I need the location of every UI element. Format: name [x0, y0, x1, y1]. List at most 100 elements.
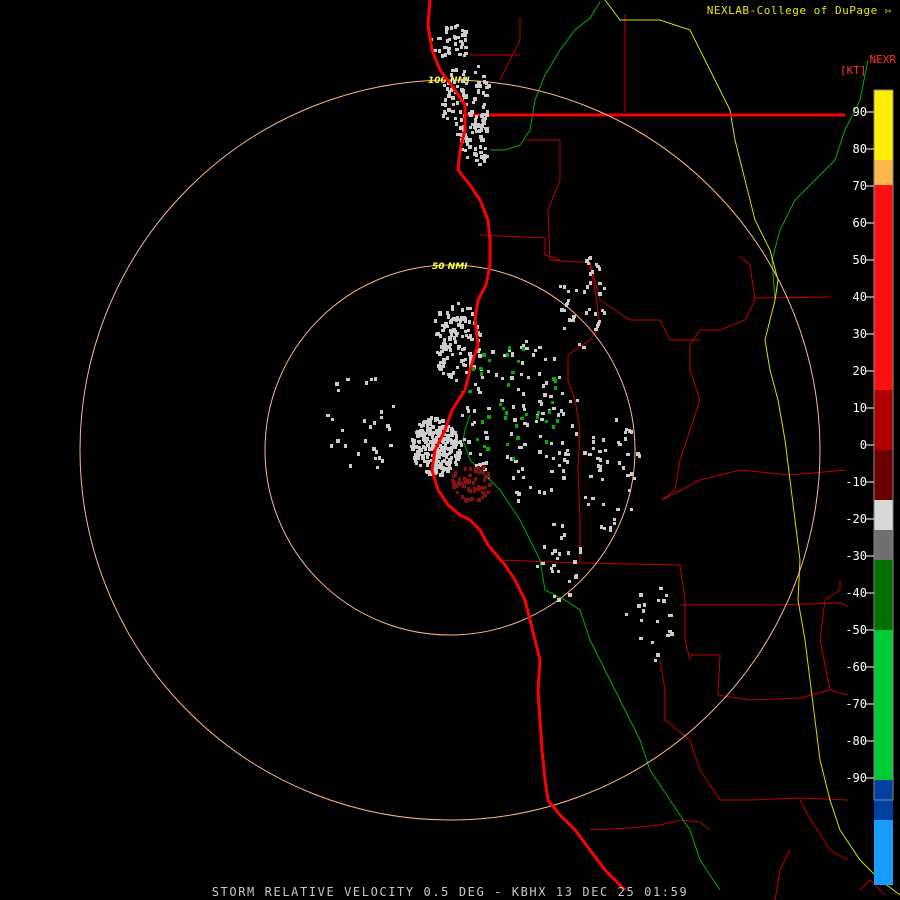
echo-pixel [507, 383, 510, 387]
echo-pixel [412, 444, 415, 448]
echo-pixel [545, 381, 548, 385]
echo-pixel [464, 320, 467, 323]
echo-pixel [460, 443, 463, 447]
echo-pixel [417, 435, 420, 438]
echo-pixel [545, 440, 548, 444]
echo-pixel [468, 474, 472, 477]
echo-pixel [474, 118, 477, 121]
echo-pixel [553, 357, 556, 361]
legend-colorbar [874, 90, 893, 885]
echo-pixel [550, 442, 553, 445]
echo-pixel [551, 570, 554, 573]
echo-pixel [512, 457, 515, 460]
echo-pixel [482, 156, 485, 160]
echo-pixel [376, 466, 379, 469]
echo-pixel [464, 330, 467, 333]
legend-segment [874, 820, 893, 885]
echo-pixel [431, 443, 434, 447]
echo-pixel [439, 361, 443, 364]
echo-pixel [551, 552, 554, 555]
echo-pixel [556, 419, 559, 423]
echo-pixel [419, 464, 422, 467]
echo-pixel [523, 443, 527, 446]
echo-pixel [440, 446, 443, 449]
echo-pixel [571, 424, 574, 428]
echo-pixel [445, 31, 448, 34]
echo-pixel [464, 46, 468, 49]
echo-pixel [464, 33, 467, 37]
echo-pixel [576, 399, 579, 402]
echo-pixel [335, 382, 339, 386]
echo-pixel [422, 431, 425, 434]
echo-pixel [598, 267, 601, 271]
echo-pixel [447, 315, 450, 319]
county-line [661, 255, 756, 501]
echo-pixel [416, 452, 419, 456]
echo-pixel [568, 318, 571, 322]
echo-pixel [594, 312, 597, 316]
echo-pixel [450, 333, 453, 337]
echo-pixel [560, 536, 563, 540]
echo-pixel [443, 112, 447, 115]
echo-pixel [477, 471, 481, 474]
echo-pixel [484, 147, 487, 150]
echo-pixel [448, 464, 451, 467]
echo-pixel [479, 453, 482, 456]
echo-pixel [478, 498, 481, 501]
echo-pixel [567, 299, 570, 302]
echo-pixel [522, 476, 525, 479]
echo-pixel [435, 333, 439, 336]
echo-pixel [601, 478, 604, 481]
echo-pixel [574, 575, 578, 579]
echo-pixel [461, 414, 464, 417]
echo-pixel [449, 460, 452, 463]
county-line [499, 18, 521, 81]
echo-pixel [485, 113, 489, 117]
echo-pixel [624, 431, 627, 434]
echo-pixel [588, 453, 592, 456]
echo-pixel [448, 438, 452, 441]
echo-pixel [477, 65, 480, 68]
echo-pixel [517, 388, 520, 391]
echo-pixel [454, 446, 457, 449]
echo-pixel [495, 373, 498, 377]
echo-pixel [602, 503, 605, 506]
echo-pixel [481, 491, 485, 494]
state-border [604, 0, 900, 896]
echo-pixel [374, 377, 377, 381]
echo-pixel [625, 428, 628, 431]
echo-pixel [516, 436, 520, 440]
legend-tick-label: 0 [860, 438, 867, 452]
echo-pixel [461, 80, 464, 83]
echo-pixel [477, 485, 480, 488]
legend-tick-label: -60 [845, 660, 867, 674]
echo-pixel [479, 151, 483, 154]
echo-pixel [445, 46, 448, 49]
legend-tick-label: -40 [845, 586, 867, 600]
echo-pixel [558, 552, 561, 556]
echo-pixel [453, 35, 456, 39]
echo-pixel [373, 421, 376, 425]
echo-pixel [439, 426, 442, 429]
echo-pixel [411, 438, 414, 442]
legend-segment [874, 185, 893, 390]
echo-pixel [454, 454, 457, 458]
echo-pixel [426, 452, 429, 455]
echo-pixel [561, 524, 564, 528]
legend-segment [874, 560, 893, 630]
echo-pixel [450, 433, 454, 437]
echo-pixel [486, 447, 490, 451]
echo-pixel [389, 444, 393, 447]
echo-pixel [372, 447, 376, 451]
echo-pixel [442, 419, 445, 422]
echo-pixel [488, 483, 492, 487]
echo-pixel [665, 594, 668, 597]
echo-pixel [456, 316, 459, 320]
echo-pixel [585, 259, 589, 263]
echo-pixel [568, 580, 571, 583]
echo-pixel [563, 533, 566, 537]
echo-pixel [483, 103, 486, 106]
echo-pixel [475, 84, 479, 88]
echo-pixel [443, 84, 446, 87]
echo-pixel [552, 377, 556, 381]
